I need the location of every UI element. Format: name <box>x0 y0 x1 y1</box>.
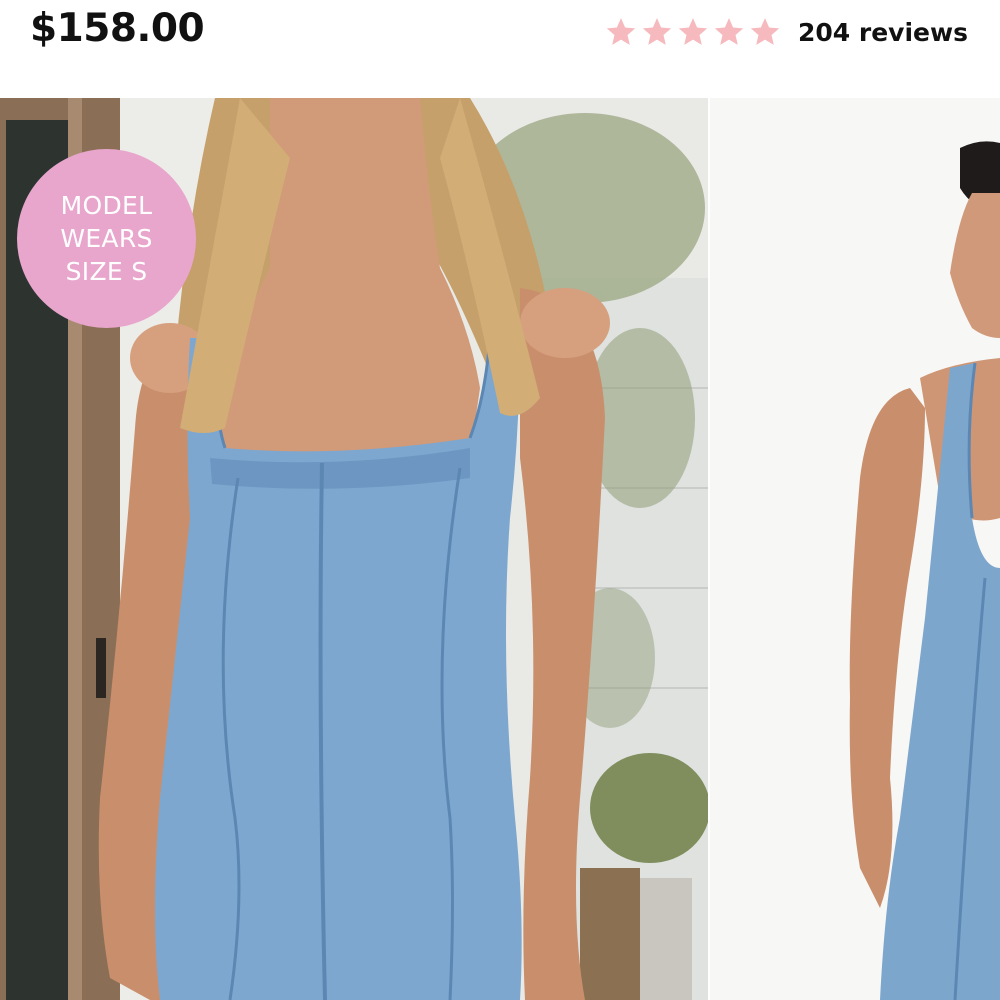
star-icon <box>642 18 672 45</box>
product-photo-front[interactable]: MODEL WEARS SIZE S <box>0 98 708 1000</box>
model-size-badge: MODEL WEARS SIZE S <box>17 149 196 328</box>
product-summary-bar: $158.00 204 reviews <box>0 0 1000 98</box>
model-side-photo-icon <box>710 98 1000 1000</box>
reviews-link[interactable]: 204 reviews <box>798 18 968 47</box>
product-image-gallery[interactable]: MODEL WEARS SIZE S <box>0 98 1000 1000</box>
star-icon <box>750 18 780 45</box>
star-icon <box>606 18 636 45</box>
star-icon <box>714 18 744 45</box>
product-photo-side[interactable] <box>710 98 1000 1000</box>
product-price: $158.00 <box>30 6 205 51</box>
badge-line: SIZE S <box>65 257 148 286</box>
badge-line: WEARS <box>60 224 153 253</box>
star-icon <box>678 18 708 45</box>
badge-line: MODEL <box>60 191 153 220</box>
rating-widget[interactable]: 204 reviews <box>604 14 968 50</box>
